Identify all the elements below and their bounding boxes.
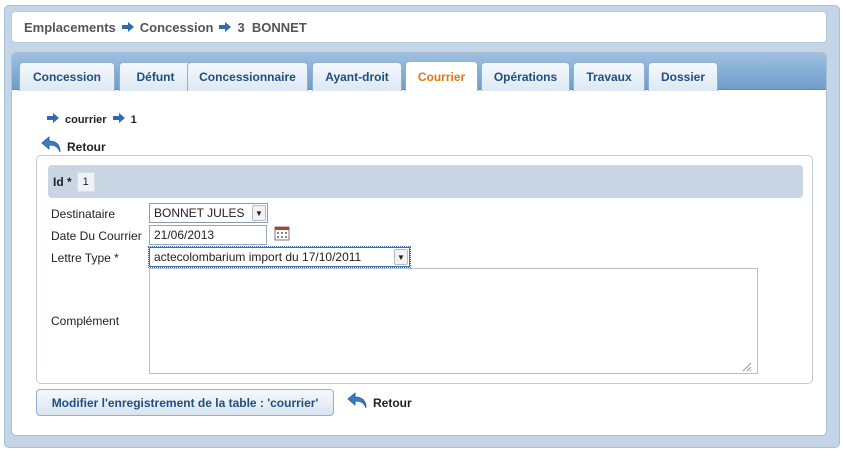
tab-concessionnaire[interactable]: Concessionnaire xyxy=(187,62,308,91)
retour-label: Retour xyxy=(373,395,412,410)
form-fieldset: Id * 1 Destinataire BONNET JULES ▼ Date … xyxy=(36,155,813,384)
breadcrumb: Emplacements Concession 3 BONNET xyxy=(11,11,827,43)
id-bar: Id * 1 xyxy=(48,165,803,198)
tab-courrier[interactable]: Courrier xyxy=(405,61,478,91)
calendar-icon[interactable] xyxy=(274,225,290,244)
arrow-right-icon xyxy=(47,113,59,126)
modify-record-button[interactable]: Modifier l'enregistrement de la table : … xyxy=(36,389,334,416)
lettre-type-select[interactable]: actecolombarium import du 17/10/2011 ▼ xyxy=(148,246,411,268)
sub-breadcrumb-table[interactable]: courrier xyxy=(65,114,107,126)
tab-travaux[interactable]: Travaux xyxy=(573,62,645,91)
main-panel: Concession Défunt Concessionnaire Ayant-… xyxy=(11,52,827,436)
back-arrow-icon xyxy=(346,391,373,414)
complement-textarea[interactable] xyxy=(149,268,758,374)
sub-breadcrumb-id: 1 xyxy=(130,113,137,126)
sub-breadcrumb: courrier 1 xyxy=(47,113,143,126)
tab-defunt[interactable]: Défunt xyxy=(119,62,192,91)
breadcrumb-item-concession[interactable]: Concession xyxy=(140,20,214,35)
arrow-right-icon xyxy=(219,20,232,35)
tab-operations[interactable]: Opérations xyxy=(481,62,570,91)
chevron-down-icon: ▼ xyxy=(252,205,266,221)
destinataire-label: Destinataire xyxy=(51,207,116,221)
destinataire-select[interactable]: BONNET JULES ▼ xyxy=(149,203,268,223)
chevron-down-icon: ▼ xyxy=(394,249,408,265)
complement-label: Complément xyxy=(51,314,120,328)
tab-ayant-droit[interactable]: Ayant-droit xyxy=(312,62,402,91)
tab-concession[interactable]: Concession xyxy=(19,62,115,91)
retour-link-bottom[interactable]: Retour xyxy=(346,391,412,414)
breadcrumb-item-current: 3 BONNET xyxy=(237,19,307,35)
id-label: Id * xyxy=(53,174,72,189)
tab-bar: Concession Défunt Concessionnaire Ayant-… xyxy=(12,53,826,91)
destinataire-value: BONNET JULES xyxy=(154,206,245,220)
breadcrumb-item-emplacements[interactable]: Emplacements xyxy=(24,20,116,35)
id-value: 1 xyxy=(76,171,95,192)
lettre-type-value: actecolombarium import du 17/10/2011 xyxy=(154,250,362,264)
resize-handle-icon[interactable] xyxy=(740,360,752,375)
lettre-type-label: Lettre Type * xyxy=(51,251,119,265)
arrow-right-icon xyxy=(121,20,134,35)
date-label: Date Du Courrier xyxy=(51,229,142,243)
arrow-right-icon xyxy=(112,113,125,126)
date-courrier-input[interactable]: 21/06/2013 xyxy=(149,225,267,245)
tab-dossier[interactable]: Dossier xyxy=(648,62,718,91)
retour-label: Retour xyxy=(67,139,106,154)
